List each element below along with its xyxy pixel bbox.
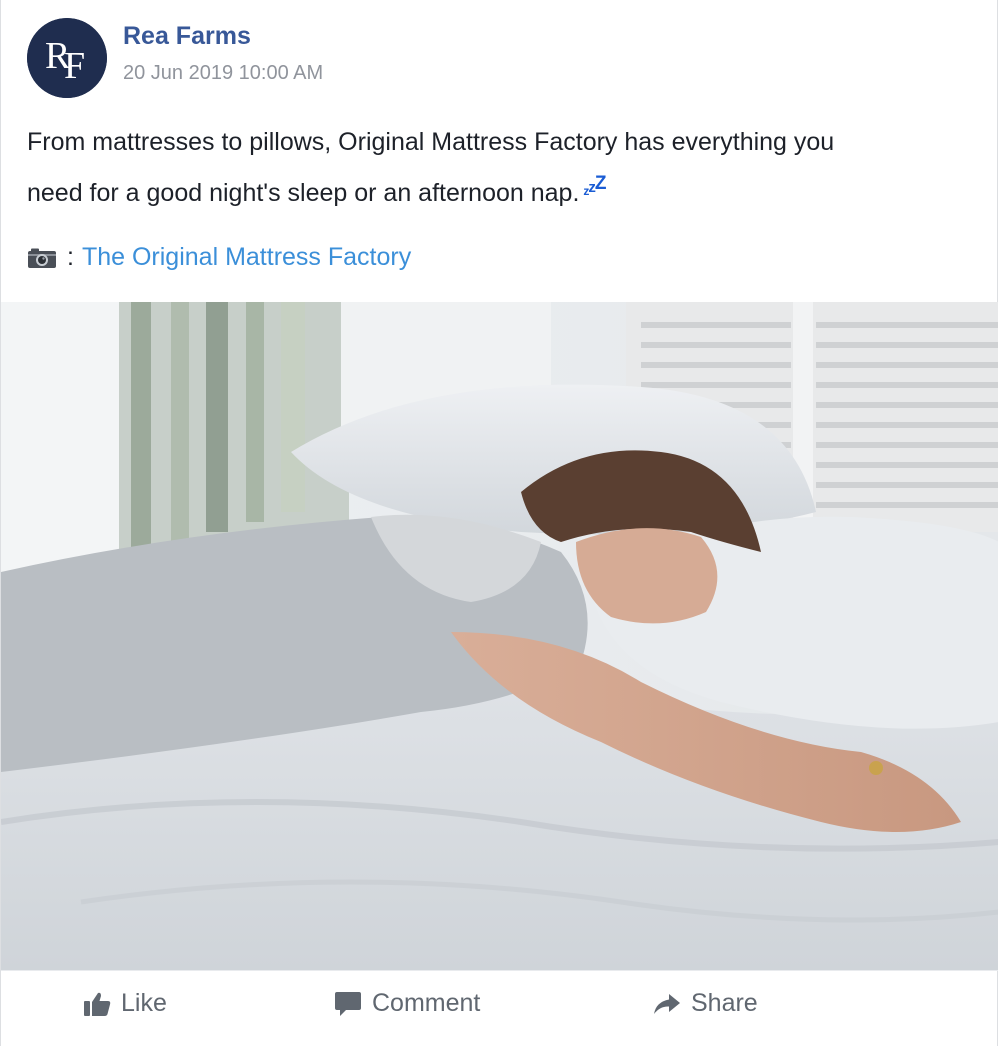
thumbs-up-icon <box>84 992 111 1016</box>
post-card: R F Rea Farms 20 Jun 2019 10:00 AM From … <box>0 0 998 1046</box>
zzz-emoji: zzZ <box>583 173 606 198</box>
post-text-line-2-content: need for a good night's sleep or an afte… <box>27 179 580 207</box>
page-avatar[interactable]: R F <box>27 18 107 98</box>
share-button[interactable]: Share <box>653 989 758 1018</box>
svg-text:F: F <box>64 45 85 87</box>
like-label: Like <box>121 989 167 1017</box>
like-button[interactable]: Like <box>83 989 167 1018</box>
comment-icon <box>335 991 361 1016</box>
camera-icon <box>27 247 57 269</box>
post-timestamp[interactable]: 20 Jun 2019 10:00 AM <box>123 62 323 85</box>
post-text-line-1: From mattresses to pillows, Original Mat… <box>27 128 835 156</box>
share-arrow-icon <box>654 993 680 1014</box>
comment-button[interactable]: Comment <box>334 989 480 1018</box>
post-text: From mattresses to pillows, Original Mat… <box>27 122 967 214</box>
share-label: Share <box>691 989 758 1017</box>
post-text-line-2: need for a good night's sleep or an afte… <box>27 163 967 214</box>
credit-separator: : <box>67 243 74 271</box>
credit-link[interactable]: The Original Mattress Factory <box>82 243 411 272</box>
post-photo[interactable] <box>1 302 998 970</box>
author-name[interactable]: Rea Farms <box>123 22 251 51</box>
action-bar: Like Comment Share <box>1 970 998 1047</box>
photo-credit: : The Original Mattress Factory <box>27 243 411 272</box>
comment-label: Comment <box>372 989 481 1017</box>
